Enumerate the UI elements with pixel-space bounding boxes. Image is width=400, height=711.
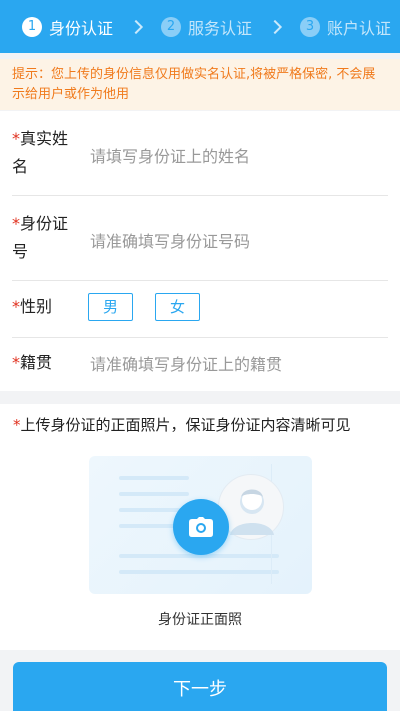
name-label-line1: 真实姓	[20, 129, 69, 148]
card-line	[119, 570, 279, 574]
id-number-row: *身份证 号 请准确填写身份证号码	[12, 196, 388, 281]
privacy-notice: 提示：您上传的身份信息仅用做实名认证,将被严格保密, 不会展示给用户或作为他用	[0, 59, 400, 110]
origin-input[interactable]: 请准确填写身份证上的籍贯	[90, 351, 282, 375]
required-mark: *	[13, 416, 21, 434]
id-label-line1: 身份证	[20, 214, 69, 233]
identity-form: *真实姓 名 请填写身份证上的姓名 *身份证 号 请准确填写身份证号码 *性别 …	[0, 111, 400, 391]
origin-label: *籍贯	[12, 349, 78, 377]
step-number: 3	[300, 16, 321, 37]
gender-female-button[interactable]: 女	[155, 293, 200, 321]
step-label: 身份认证	[49, 18, 114, 38]
next-step-button[interactable]: 下一步	[13, 662, 387, 711]
gender-label-text: 性别	[20, 297, 53, 316]
step-number: 1	[22, 16, 42, 37]
name-label-line2: 名	[12, 157, 29, 176]
chevron-right-icon	[128, 19, 144, 34]
gender-label: *性别	[12, 293, 78, 321]
origin-label-text: 籍贯	[20, 353, 53, 372]
name-row: *真实姓 名 请填写身份证上的姓名	[12, 111, 388, 196]
card-line	[119, 476, 189, 480]
id-label-line2: 号	[12, 242, 29, 261]
upload-caption: 身份证正面照	[158, 612, 242, 628]
step-label: 账户认证	[327, 18, 392, 38]
upload-title-text: 上传身份证的正面照片，保证身份证内容清晰可见	[20, 416, 351, 434]
required-mark: *	[12, 129, 20, 148]
step-label: 服务认证	[188, 18, 253, 38]
name-input[interactable]: 请填写身份证上的姓名	[90, 143, 250, 167]
required-mark: *	[12, 214, 20, 233]
step-account: 3 账户认证	[300, 15, 391, 39]
step-service: 2 服务认证	[161, 15, 252, 39]
step-progress-bar: 1 身份认证 2 服务认证 3 账户认证	[0, 0, 400, 53]
gender-male-button[interactable]: 男	[88, 293, 133, 321]
card-line	[119, 492, 189, 496]
upload-title: *上传身份证的正面照片，保证身份证内容清晰可见	[13, 414, 351, 435]
required-mark: *	[12, 297, 20, 316]
step-number: 2	[161, 16, 182, 37]
origin-row: *籍贯 请准确填写身份证上的籍贯	[12, 338, 388, 391]
chevron-right-icon	[267, 19, 283, 34]
id-number-label: *身份证 号	[12, 210, 78, 266]
step-identity: 1 身份认证	[22, 15, 113, 39]
id-upload-section: *上传身份证的正面照片，保证身份证内容清晰可见 身份证正面照	[0, 404, 400, 650]
gender-row: *性别	[12, 281, 388, 338]
id-card-front-placeholder[interactable]	[89, 456, 312, 594]
camera-icon[interactable]	[173, 499, 229, 555]
required-mark: *	[12, 353, 20, 372]
id-number-input[interactable]: 请准确填写身份证号码	[90, 228, 250, 252]
name-label: *真实姓 名	[12, 125, 78, 181]
